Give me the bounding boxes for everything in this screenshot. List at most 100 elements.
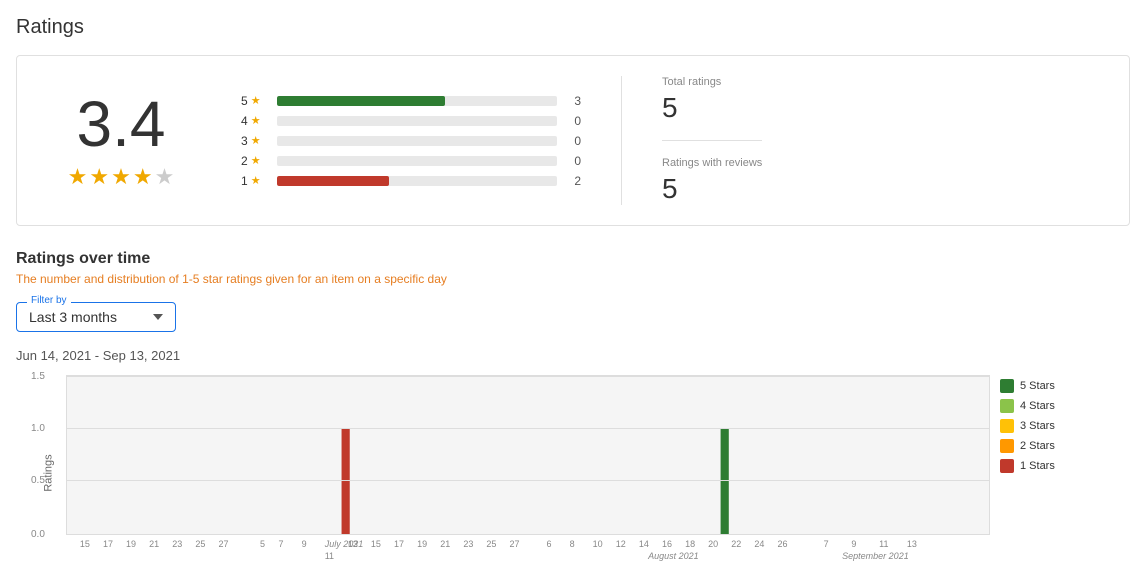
x-tick-7: 7 xyxy=(279,539,284,549)
x-tick-9sep: 9 xyxy=(851,539,856,549)
legend-5stars: 5 Stars xyxy=(1000,379,1130,393)
x-tick-6: 6 xyxy=(546,539,551,549)
legend-label-5stars: 5 Stars xyxy=(1020,380,1055,392)
bar-star-icon-5: ★ xyxy=(251,94,261,107)
bar-star-icon-3: ★ xyxy=(251,134,261,147)
x-tick-26: 26 xyxy=(777,539,787,549)
star-3: ★ xyxy=(111,164,131,190)
bar-label-3: 3 ★ xyxy=(241,134,269,148)
bar-label-2: 2 ★ xyxy=(241,154,269,168)
legend-label-1stars: 1 Stars xyxy=(1020,460,1055,472)
bar-count-4: 0 xyxy=(565,114,581,128)
legend-color-3stars xyxy=(1000,419,1014,433)
bar-fill-1 xyxy=(277,176,389,186)
x-tick-23: 23 xyxy=(172,539,182,549)
x-month-august: August 2021 xyxy=(648,551,699,561)
y-tick-0.0: 0.0 xyxy=(31,529,45,540)
bar-row-1: 1 ★ 2 xyxy=(241,174,581,188)
bar-number-5: 5 xyxy=(241,94,248,108)
x-tick-22: 22 xyxy=(731,539,741,549)
bar-track-1 xyxy=(277,176,557,186)
filter-select-text: Last 3 months xyxy=(29,309,145,325)
x-tick-20: 20 xyxy=(708,539,718,549)
x-tick-17b: 17 xyxy=(394,539,404,549)
chevron-down-icon[interactable] xyxy=(153,314,163,320)
ratings-with-reviews-label: Ratings with reviews xyxy=(662,157,762,169)
star-5: ★ xyxy=(155,164,175,190)
bar-number-1: 1 xyxy=(241,174,248,188)
bars-section: 5 ★ 3 4 ★ 0 3 ★ xyxy=(241,94,581,188)
bar-count-1: 2 xyxy=(565,174,581,188)
legend-color-2stars xyxy=(1000,439,1014,453)
bar-row-4: 4 ★ 0 xyxy=(241,114,581,128)
x-tick-27b: 27 xyxy=(510,539,520,549)
x-tick-21: 21 xyxy=(149,539,159,549)
stars-row: ★ ★ ★ ★ ★ xyxy=(68,164,175,190)
legend-label-3stars: 3 Stars xyxy=(1020,420,1055,432)
x-tick-13: 13 xyxy=(348,539,358,549)
legend-color-4stars xyxy=(1000,399,1014,413)
filter-label: Filter by xyxy=(27,295,71,306)
totals-section: Total ratings 5 Ratings with reviews 5 xyxy=(621,76,762,205)
x-tick-23b: 23 xyxy=(463,539,473,549)
x-tick-7sep: 7 xyxy=(824,539,829,549)
bar-star-icon-2: ★ xyxy=(251,154,261,167)
bar-star-icon-4: ★ xyxy=(251,114,261,127)
legend-1stars: 1 Stars xyxy=(1000,459,1130,473)
date-range: Jun 14, 2021 - Sep 13, 2021 xyxy=(16,348,1130,363)
x-tick-15: 15 xyxy=(80,539,90,549)
bar-fill-5 xyxy=(277,96,445,106)
chart-outer: Ratings 1.5 1.0 0.5 0.0 xyxy=(16,375,1130,571)
chart-area: 1.5 1.0 0.5 0.0 xyxy=(66,375,990,535)
x-axis-row: 15 17 19 21 23 25 27 July 2021 5 7 9 11 … xyxy=(66,535,990,571)
big-score: 3.4 xyxy=(77,92,166,156)
filter-box[interactable]: Filter by Last 3 months xyxy=(16,302,176,332)
bar-number-4: 4 xyxy=(241,114,248,128)
legend-color-5stars xyxy=(1000,379,1014,393)
bar-row-3: 3 ★ 0 xyxy=(241,134,581,148)
bar-track-5 xyxy=(277,96,557,106)
x-tick-14: 14 xyxy=(639,539,649,549)
bar-count-3: 0 xyxy=(565,134,581,148)
ratings-over-time-section: Ratings over time The number and distrib… xyxy=(16,250,1130,571)
x-tick-17: 17 xyxy=(103,539,113,549)
bar-number-2: 2 xyxy=(241,154,248,168)
total-ratings-label: Total ratings xyxy=(662,76,762,88)
bar-star-icon-1: ★ xyxy=(251,174,261,187)
y-tick-1.5: 1.5 xyxy=(31,371,45,382)
section-title: Ratings over time xyxy=(16,250,1130,268)
x-tick-9: 9 xyxy=(302,539,307,549)
y-tick-0.5: 0.5 xyxy=(31,475,45,486)
bar-count-5: 3 xyxy=(565,94,581,108)
x-tick-13sep: 13 xyxy=(907,539,917,549)
legend-color-1stars xyxy=(1000,459,1014,473)
ratings-with-reviews-item: Ratings with reviews 5 xyxy=(662,157,762,205)
x-tick-5: 5 xyxy=(260,539,265,549)
bar-row-5: 5 ★ 3 xyxy=(241,94,581,108)
legend-label-4stars: 4 Stars xyxy=(1020,400,1055,412)
x-tick-27: 27 xyxy=(218,539,228,549)
x-tick-21b: 21 xyxy=(440,539,450,549)
x-tick-10: 10 xyxy=(593,539,603,549)
legend-3stars: 3 Stars xyxy=(1000,419,1130,433)
y-tick-1.0: 1.0 xyxy=(31,423,45,434)
legend-4stars: 4 Stars xyxy=(1000,399,1130,413)
legend-label-2stars: 2 Stars xyxy=(1020,440,1055,452)
section-subtitle: The number and distribution of 1-5 star … xyxy=(16,272,1130,286)
legend: 5 Stars 4 Stars 3 Stars 2 Stars 1 Stars xyxy=(1000,375,1130,477)
x-tick-25b: 25 xyxy=(486,539,496,549)
x-tick-19: 19 xyxy=(126,539,136,549)
x-tick-19b: 19 xyxy=(417,539,427,549)
bar-number-3: 3 xyxy=(241,134,248,148)
star-1: ★ xyxy=(68,164,88,190)
chart-svg xyxy=(67,376,989,534)
bar-count-2: 0 xyxy=(565,154,581,168)
bar-label-4: 4 ★ xyxy=(241,114,269,128)
x-tick-12: 12 xyxy=(616,539,626,549)
page-title: Ratings xyxy=(16,16,1130,39)
bar-track-2 xyxy=(277,156,557,166)
star-2: ★ xyxy=(89,164,109,190)
bar-row-2: 2 ★ 0 xyxy=(241,154,581,168)
total-ratings-item: Total ratings 5 xyxy=(662,76,762,124)
bar-label-5: 5 ★ xyxy=(241,94,269,108)
